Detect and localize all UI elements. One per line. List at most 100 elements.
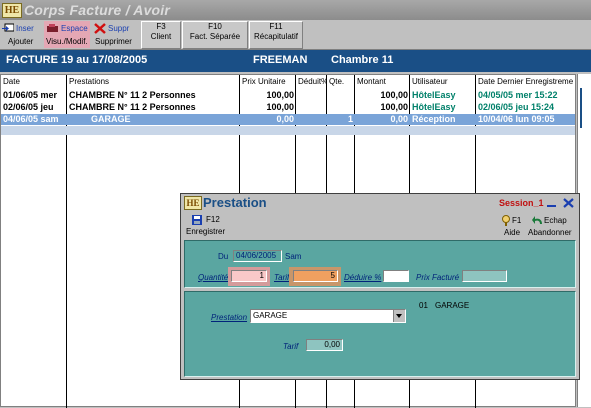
row-qte <box>327 102 355 113</box>
row-deduit <box>296 114 327 125</box>
client-button[interactable]: F3 Client <box>141 21 181 49</box>
table-row[interactable]: 01/06/05 mer CHAMBRE N° 11 2 Personnes 1… <box>1 90 575 101</box>
close-button[interactable] <box>562 197 575 209</box>
quantite-field[interactable]: 1 <box>231 270 267 282</box>
col-prestations[interactable]: Prestations <box>67 75 240 89</box>
row-prix: 100,00 <box>266 90 294 100</box>
modify-bottom-label: Visu./Modif. <box>46 37 88 46</box>
client-label: Client <box>150 32 172 41</box>
window-title-bar: HE Corps Facture / Avoir <box>0 0 591 20</box>
window-title: Corps Facture / Avoir <box>24 2 171 18</box>
client-name: FREEMAN <box>253 54 308 66</box>
row-prestation: CHAMBRE N° 11 2 Personnes <box>69 90 196 100</box>
help-button[interactable]: F1 Aide <box>499 214 525 238</box>
insert-button[interactable]: Inser Ajouter <box>2 21 44 48</box>
deduire-field[interactable] <box>383 270 409 282</box>
help-label: Aide <box>504 228 521 237</box>
row-deduit <box>296 90 327 101</box>
delete-button[interactable]: Suppr Supprimer <box>92 21 136 48</box>
prestation-select[interactable]: GARAGE <box>250 309 406 323</box>
col-date[interactable]: Date <box>1 75 67 89</box>
row-last-save: 04/05/05 mer 15:22 <box>478 90 558 100</box>
col-prix-unitaire[interactable]: Prix Unitaire <box>240 75 296 89</box>
col-utilisateur[interactable]: Utilisateur <box>410 75 476 89</box>
row-prestation: CHAMBRE N° 11 2 Personnes <box>69 102 196 112</box>
row-user: HôtelEasy <box>412 90 456 100</box>
separate-invoice-button[interactable]: F10 Fact. Séparée <box>182 21 248 49</box>
f3-key: F3 <box>156 22 166 31</box>
invoice-number: FACTURE 19 au 17/08/2005 <box>6 54 148 66</box>
col-deduit[interactable]: Déduit% <box>296 75 328 89</box>
row-user: Réception <box>412 114 456 124</box>
insert-bottom-label: Ajouter <box>8 37 34 46</box>
row-montant: 0,00 <box>390 114 408 124</box>
row-deduit <box>296 102 327 113</box>
prestation-code: 01 <box>419 301 428 310</box>
delete-icon <box>94 23 106 34</box>
du-date-field[interactable]: 04/06/2005 <box>233 250 282 262</box>
prestation-select-value: GARAGE <box>253 311 288 320</box>
prestation-panel: 01 GARAGE Prestation GARAGE Tarif 0,00 <box>184 291 576 377</box>
invoice-header: FACTURE 19 au 17/08/2005 FREEMAN Chambre… <box>0 50 591 72</box>
edit-icon <box>47 24 58 32</box>
save-icon <box>192 215 202 225</box>
tarif2-label: Tarif <box>283 342 299 351</box>
cancel-button[interactable]: Echap Abandonner <box>527 214 577 238</box>
f11-key: F11 <box>269 22 283 31</box>
help-key: F1 <box>512 216 522 225</box>
tarif-field[interactable]: 5 <box>293 270 338 282</box>
separate-invoice-label: Fact. Séparée <box>189 32 241 41</box>
row-date: 01/06/05 mer <box>3 90 58 100</box>
minimize-icon <box>547 205 556 207</box>
row-qte: 1 <box>347 114 353 124</box>
row-montant: 100,00 <box>380 90 408 100</box>
save-label: Enregistrer <box>186 227 226 236</box>
modify-button[interactable]: Espace Visu./Modif. <box>44 21 90 48</box>
prix-facture-field[interactable] <box>462 270 507 282</box>
dialog-title: Prestation <box>203 195 267 210</box>
insert-top-label: Inser <box>16 24 34 33</box>
app-logo: HE <box>2 3 22 18</box>
summary-label: Récapitulatif <box>253 32 299 41</box>
minimize-button[interactable] <box>545 197 558 209</box>
row-user: HôtelEasy <box>412 102 456 112</box>
col-date-dernier[interactable]: Date Dernier Enregistreme <box>476 75 575 89</box>
dropdown-button[interactable] <box>393 310 405 322</box>
prestation-dialog: HE Prestation Session_1 F12 Enregistrer … <box>180 193 580 380</box>
tarif-label: Tarif <box>274 273 290 282</box>
col-qte[interactable]: Qte. <box>327 75 355 89</box>
row-montant: 100,00 <box>380 102 408 112</box>
prix-facture-label: Prix Facturé <box>416 273 460 282</box>
table-row-selected[interactable]: 04/06/05 sam GARAGE 0,00 1 0,00 Réceptio… <box>1 114 575 125</box>
save-button[interactable]: F12 Enregistrer <box>186 214 226 238</box>
room-number: Chambre 11 <box>331 54 394 66</box>
insert-icon <box>2 23 14 32</box>
dialog-logo: HE <box>184 196 202 210</box>
row-last-save: 10/04/06 lun 09:05 <box>478 114 555 124</box>
row-prix: 100,00 <box>266 102 294 112</box>
row-prestation: GARAGE <box>91 114 131 124</box>
back-arrow-icon <box>532 216 542 224</box>
side-marker <box>580 88 590 128</box>
chevron-down-icon <box>396 314 402 318</box>
toolbar: Inser Ajouter Espace Visu./Modif. Suppr … <box>0 20 591 50</box>
row-date: 04/06/05 sam <box>3 114 59 124</box>
session-label: Session_1 <box>499 198 544 208</box>
delete-top-label: Suppr <box>108 24 130 33</box>
date-quantity-panel: Du 04/06/2005 Sam Quantité 1 Tarif 5 Déd… <box>184 240 576 288</box>
table-row[interactable]: 02/06/05 jeu CHAMBRE N° 11 2 Personnes 1… <box>1 102 575 113</box>
help-icon <box>502 215 510 226</box>
deduire-label: Déduire % <box>344 273 382 282</box>
cancel-key: Echap <box>544 216 567 225</box>
prestation-code-name: GARAGE <box>435 301 470 310</box>
quantite-label: Quantité <box>198 273 229 282</box>
row-last-save: 02/06/05 jeu 15:24 <box>478 102 555 112</box>
row-prix: 0,00 <box>276 114 294 124</box>
dialog-title-bar: HE Prestation Session_1 <box>181 194 579 212</box>
tarif2-field[interactable]: 0,00 <box>306 339 343 351</box>
summary-button[interactable]: F11 Récapitulatif <box>249 21 303 49</box>
row-date: 02/06/05 jeu <box>3 102 54 112</box>
du-label: Du <box>218 252 229 261</box>
f10-key: F10 <box>208 22 222 31</box>
col-montant[interactable]: Montant <box>355 75 410 89</box>
